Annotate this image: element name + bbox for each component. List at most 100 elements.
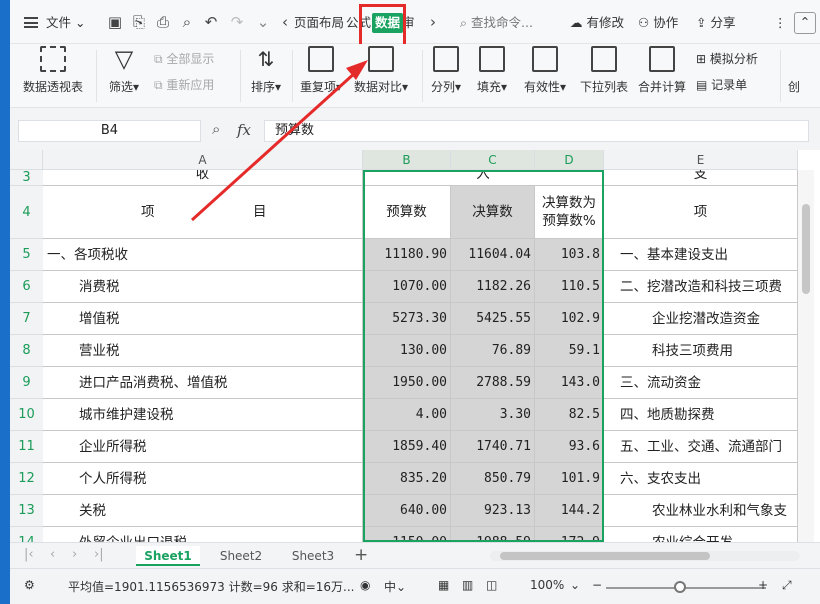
cell-d-row10[interactable]: 82.5 [535, 399, 604, 431]
cell-d-row6[interactable]: 110.5 [535, 271, 604, 303]
sort-button[interactable]: ⇅ 排序▾ [246, 46, 286, 95]
cell-d-row13[interactable]: 144.2 [535, 495, 604, 527]
reapply-button[interactable]: ⧉ 重新应用 [154, 76, 214, 93]
sheet-tab-3[interactable]: Sheet3 [282, 546, 344, 566]
first-sheet-icon[interactable]: |‹ [24, 547, 34, 562]
cell-c-row13[interactable]: 923.13 [451, 495, 535, 527]
create-button[interactable]: 创 [788, 78, 800, 95]
print-icon[interactable]: ⎙ [154, 13, 172, 31]
header-income[interactable]: 收 [43, 170, 363, 186]
col-header-c[interactable]: C [451, 150, 535, 170]
cell-b-row13[interactable]: 640.00 [363, 495, 451, 527]
normal-view-icon[interactable]: ▦ [438, 578, 449, 592]
cell-a-row8[interactable]: 营业税 [43, 335, 363, 367]
simulate-button[interactable]: ⊞ 模拟分析 [696, 50, 758, 67]
next-sheet-icon[interactable]: › [72, 547, 77, 562]
cell-e-row9[interactable]: 三、流动资金 [604, 367, 798, 399]
row-header-7[interactable]: 7 [10, 303, 43, 335]
zoom-out-icon[interactable]: − [592, 578, 602, 592]
cell-d-row14[interactable]: 172.9 [535, 527, 604, 542]
formula-input[interactable]: 预算数 [264, 120, 809, 142]
header-budget[interactable]: 预算数 [363, 186, 451, 239]
split-button[interactable]: 分列▾ [426, 46, 466, 95]
collapse-ribbon-icon[interactable]: ⌃ [794, 12, 816, 34]
page-break-icon[interactable]: ◫ [486, 578, 497, 592]
row-header-4[interactable]: 4 [10, 186, 43, 239]
cell-b-row6[interactable]: 1070.00 [363, 271, 451, 303]
consolidate-button[interactable]: 合并计算 [634, 46, 690, 95]
scroll-left-icon[interactable]: ‹ [280, 13, 290, 31]
row-header-5[interactable]: 5 [10, 239, 43, 271]
sheet-grid[interactable]: A B C D E 3 收 入 支 4 项 目 预算数 决算数 决算数为 预算数… [10, 150, 820, 542]
cell-e-row5[interactable]: 一、基本建设支出 [604, 239, 798, 271]
cell-a-row10[interactable]: 城市维护建设税 [43, 399, 363, 431]
row-header-11[interactable]: 11 [10, 431, 43, 463]
add-sheet-icon[interactable]: + [354, 545, 368, 565]
zoom-knob[interactable] [674, 581, 686, 593]
row-header-3[interactable]: 3 [10, 170, 43, 186]
cell-b-row9[interactable]: 1950.00 [363, 367, 451, 399]
cell-d-row7[interactable]: 102.9 [535, 303, 604, 335]
cell-d-row9[interactable]: 143.0 [535, 367, 604, 399]
more-options-icon[interactable]: ⋮ [774, 12, 787, 34]
row-header-13[interactable]: 13 [10, 495, 43, 527]
cell-a-row9[interactable]: 进口产品消费税、增值税 [43, 367, 363, 399]
cell-a-row14[interactable]: 外贸企业出口退税 [43, 527, 363, 542]
select-all-corner[interactable] [10, 150, 43, 170]
cell-d-row5[interactable]: 103.8 [535, 239, 604, 271]
cell-b-row10[interactable]: 4.00 [363, 399, 451, 431]
cell-c-row7[interactable]: 5425.55 [451, 303, 535, 335]
fx-icon[interactable]: fx [237, 121, 251, 139]
filter-button[interactable]: ▽ 筛选▾ [106, 46, 142, 95]
status-summary[interactable]: 平均值=1901.1156536973 计数=96 求和=16万... [68, 578, 354, 595]
export-icon[interactable]: ⎘ [130, 13, 148, 31]
col-header-a[interactable]: A [43, 150, 363, 170]
compare-button[interactable]: 数据对比▾ [346, 46, 416, 95]
cell-e-row8[interactable]: 科技三项费用 [604, 335, 798, 367]
tab-page-layout[interactable]: 页面布局 [294, 13, 344, 33]
prev-sheet-icon[interactable]: ‹ [50, 547, 55, 562]
cell-c-row14[interactable]: -1988.59 [451, 527, 535, 542]
cell-c-row11[interactable]: 1740.71 [451, 431, 535, 463]
validity-button[interactable]: 有效性▾ [518, 46, 572, 95]
cell-b-row11[interactable]: 1859.40 [363, 431, 451, 463]
header-expense-item[interactable]: 项 [604, 186, 798, 239]
record-button[interactable]: ▤ 记录单 [696, 76, 747, 93]
dropdown-list-button[interactable]: 下拉列表 [576, 46, 632, 95]
cell-c-row5[interactable]: 11604.04 [451, 239, 535, 271]
cell-b-row14[interactable]: -1150.00 [363, 527, 451, 542]
zoom-icon[interactable]: ⌕ [212, 120, 220, 138]
cell-e-row6[interactable]: 二、挖潜改造和科技三项费 [604, 271, 798, 303]
undo-icon[interactable]: ↶ [202, 13, 220, 31]
show-all-button[interactable]: ⧉ 全部显示 [154, 50, 214, 67]
preview-icon[interactable]: ⌕ [178, 13, 196, 31]
command-search[interactable]: ⌕ 查找命令... [460, 12, 533, 34]
row-header-14[interactable]: 14 [10, 527, 43, 542]
cell-b-row5[interactable]: 11180.90 [363, 239, 451, 271]
name-box[interactable]: B4 [18, 120, 201, 142]
zoom-level[interactable]: 100% [530, 578, 564, 592]
input-method-icon[interactable]: 中⌄ [384, 578, 406, 595]
horizontal-scrollbar[interactable] [490, 551, 800, 561]
share-button[interactable]: ⇪ 分享 [696, 12, 735, 34]
header-income-2[interactable]: 入 [363, 170, 604, 186]
cell-e-row14[interactable]: 农业综合开发 [604, 527, 798, 542]
menu-icon[interactable] [24, 17, 38, 28]
row-header-10[interactable]: 10 [10, 399, 43, 431]
modified-button[interactable]: ☁ 有修改 [570, 12, 624, 34]
col-header-b[interactable]: B [363, 150, 451, 170]
fill-button[interactable]: 填充▾ [472, 46, 512, 95]
fullscreen-icon[interactable]: ⤢ [782, 578, 792, 593]
zoom-in-icon[interactable]: + [758, 578, 768, 592]
file-menu[interactable]: 文件 ⌄ [46, 12, 85, 34]
eye-icon[interactable]: ◉ [360, 578, 370, 592]
duplicates-button[interactable]: 重复项▾ [298, 46, 344, 95]
sheet-tab-1[interactable]: Sheet1 [136, 546, 200, 566]
cell-c-row10[interactable]: 3.30 [451, 399, 535, 431]
collab-button[interactable]: ⚇ 协作 [638, 12, 678, 34]
scroll-thumb[interactable] [802, 204, 810, 294]
cell-a-row12[interactable]: 个人所得税 [43, 463, 363, 495]
header-final[interactable]: 决算数 [451, 186, 535, 239]
cell-e-row13[interactable]: 农业林业水利和气象支 [604, 495, 798, 527]
cell-a-row7[interactable]: 增值税 [43, 303, 363, 335]
